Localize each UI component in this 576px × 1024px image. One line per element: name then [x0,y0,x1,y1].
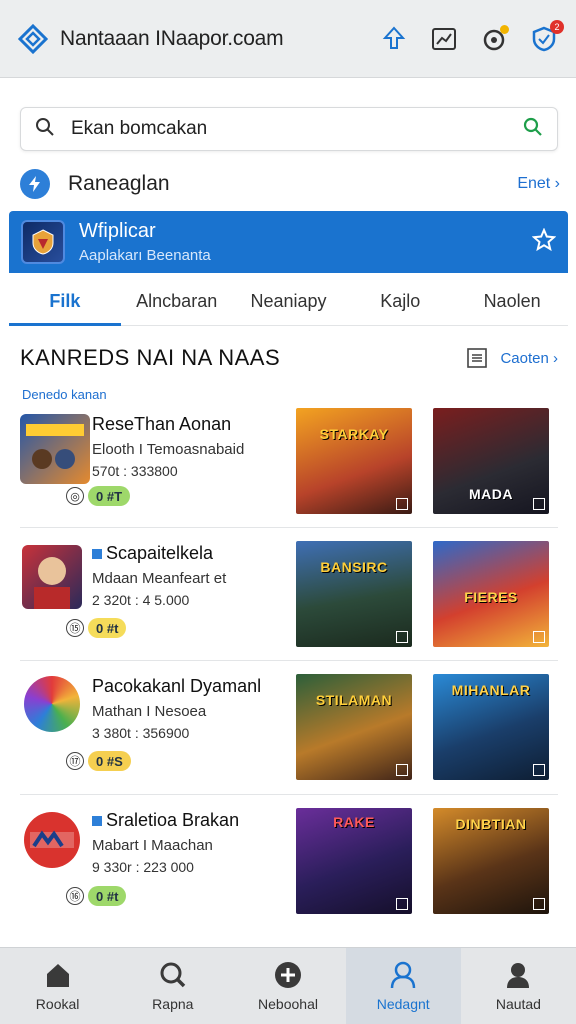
screenshot-thumbnail[interactable]: DINBTIAN [433,808,549,914]
tab-naolen[interactable]: Naolen [456,278,568,325]
app-stats: 3 380t : 356900 [92,725,190,741]
rating-icon: ⑮ [66,619,84,637]
app-logo-icon [21,220,65,264]
rating-icon: ⑯ [66,887,84,905]
list-item[interactable]: Sraletioa Brakan Mabart I Maachan 9 330r… [20,808,558,928]
game-thumbnail-icon [20,414,90,484]
list-view-icon[interactable] [466,347,488,369]
tab-bar: Filk Alncbaran Neaniapy Kajlo Naolen [9,278,568,326]
divider [20,794,558,795]
nav-label: Nedagnt [376,996,430,1012]
screenshot-thumbnail[interactable]: BANSIRC [296,541,412,647]
app-stats: 2 320t : 4 5.000 [92,592,190,608]
chart-icon[interactable] [428,23,460,55]
pin-icon[interactable] [378,23,410,55]
profile-icon [503,960,533,990]
site-title: Nantaaan INaapor.coam [60,26,284,50]
rating-icon: ⑰ [66,752,84,770]
game-thumbnail-icon [24,676,80,732]
rating-icon: ◎ [66,487,84,505]
game-thumbnail-icon [24,812,80,868]
list-title: KANREDS NAI NA NAAS [20,345,281,370]
app-developer: Elooth I Temoasnabaid [92,441,245,458]
screenshot-thumbnail[interactable]: STARKAY [296,408,412,514]
app-subtitle: Aaplakarı Beenanta [79,247,211,264]
search-bar[interactable] [20,107,558,151]
nav-label: Nautad [495,996,541,1012]
rating-chip: 0 #t [88,886,127,906]
section-more-link[interactable]: Enet › [517,175,560,193]
search-input[interactable] [71,118,523,140]
nav-label: Rapna [152,996,194,1012]
app-name: Wfiplicar [79,220,156,242]
tab-alncbaran[interactable]: Alncbaran [121,278,233,325]
screenshot-thumbnail[interactable]: STILAMAN [296,674,412,780]
app-stats: 9 330r : 223 000 [92,859,194,875]
search-icon [158,960,188,990]
screenshot-thumbnail[interactable]: MADA [433,408,549,514]
nav-item-profile[interactable]: Nautad [461,948,576,1024]
list-header: KANREDS NAI NA NAAS Caoten › [20,340,558,376]
screenshot-thumbnail[interactable]: MIHANLAR [433,674,549,780]
nav-item-add[interactable]: Neboohal [230,948,345,1024]
tab-neaniapy[interactable]: Neaniapy [233,278,345,325]
notification-dot [500,24,509,34]
section-header: Raneaglan Enet › [20,166,560,202]
screenshot-thumbnail[interactable]: RAKE [296,808,412,914]
rating-chip: 0 #T [88,486,131,506]
tab-filk[interactable]: Filk [9,278,121,326]
nav-item-search[interactable]: Rapna [115,948,230,1024]
add-icon [273,960,303,990]
search-icon [35,117,55,142]
tab-kajlo[interactable]: Kajlo [344,278,456,325]
lightning-icon [20,169,50,199]
notification-badge: 2 [550,19,564,34]
nav-label: Neboohal [258,996,318,1012]
list-subtitle: Denedo kanan [22,387,107,402]
app-developer: Mdaan Meanfeart et [92,570,227,587]
screenshot-thumbnail[interactable]: FIERES [433,541,549,647]
nav-item-home[interactable]: Rookal [0,948,115,1024]
app-title: Pacokakanl Dyamanl [92,676,262,696]
app-developer: Mabart I Maachan [92,837,213,854]
app-stats: 570t : 333800 [92,463,178,479]
nav-item-user[interactable]: Nedagnt [345,948,461,1024]
shield-icon[interactable]: 2 [528,19,564,55]
top-bar: Nantaaan INaapor.coam 2 [0,0,576,78]
diamond-logo-icon[interactable] [16,22,50,56]
app-title: ReseThan Aonan [92,414,232,434]
divider [20,660,558,661]
settings-icon[interactable] [478,23,510,55]
app-title: Sraletioa Brakan [92,810,292,831]
featured-app-card[interactable]: Wfiplicar Aaplakarı Beenanta [9,211,568,273]
divider [20,527,558,528]
list-item[interactable]: ReseThan Aonan Elooth I Temoasnabaid 570… [20,408,558,528]
rating-chip: 0 #t [88,618,127,638]
list-item[interactable]: Scapaitelkela Mdaan Meanfeart et 2 320t … [20,541,558,661]
list-more-link[interactable]: Caoten › [500,350,558,367]
list-item[interactable]: Pacokakanl Dyamanl Mathan I Nesoea 3 380… [20,674,558,794]
rating-chip: 0 #S [88,751,131,771]
user-icon [388,960,418,990]
app-title: Scapaitelkela [92,543,292,564]
voice-search-icon[interactable] [523,117,543,142]
app-developer: Mathan I Nesoea [92,703,207,720]
game-thumbnail-icon [22,545,82,609]
star-icon[interactable] [531,226,557,257]
section-title: Raneaglan [68,172,170,195]
bottom-navigation: Rookal Rapna Neboohal Nedagnt Nautad [0,947,576,1024]
nav-label: Rookal [35,996,80,1012]
home-icon [43,960,73,990]
